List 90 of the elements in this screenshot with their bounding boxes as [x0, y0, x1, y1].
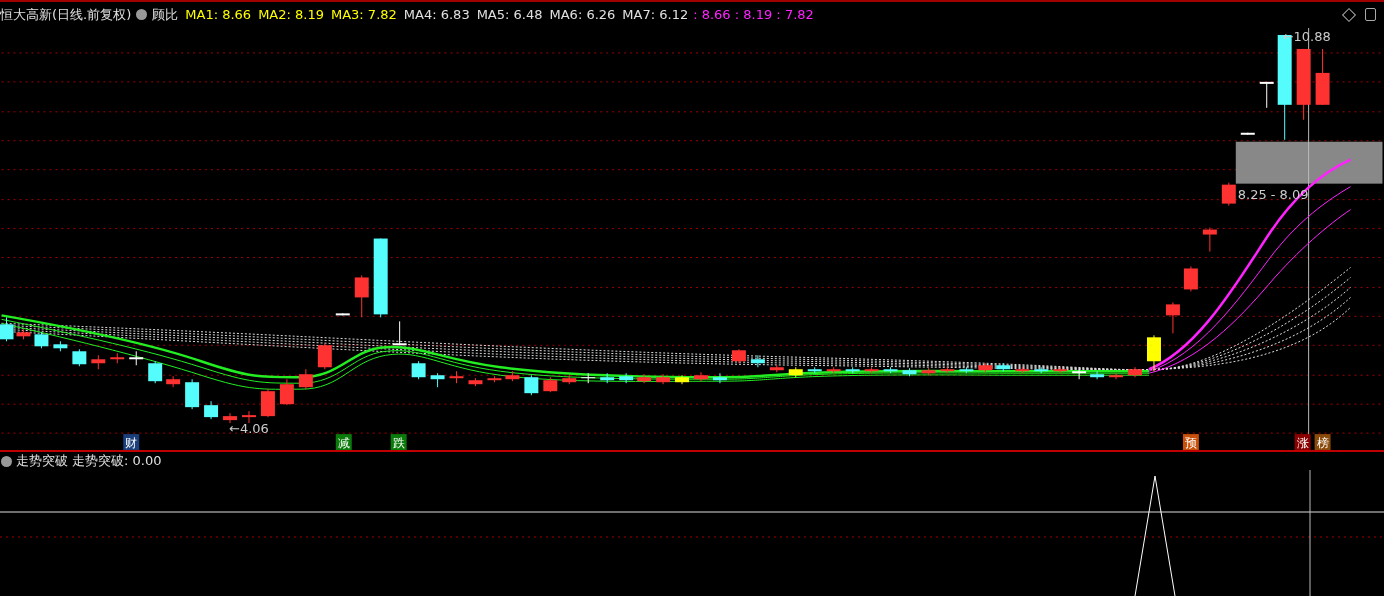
candle — [1202, 227, 1217, 252]
candle — [940, 366, 955, 374]
candle — [524, 374, 539, 396]
candle — [129, 350, 144, 366]
candle — [1128, 366, 1142, 378]
candle — [1259, 81, 1274, 109]
candle — [34, 331, 49, 349]
candle — [921, 367, 936, 376]
ma-value: MA1: 8.66 — [185, 7, 252, 23]
candle — [1034, 366, 1049, 374]
candle — [1109, 372, 1124, 380]
event-tag[interactable]: 涨 — [1294, 434, 1311, 450]
event-tag[interactable]: 预 — [1182, 434, 1199, 450]
candle — [731, 348, 746, 364]
candle — [298, 368, 313, 390]
event-tag[interactable]: 财 — [123, 434, 140, 450]
candle — [902, 367, 917, 377]
ma-value: MA4: 6.83 — [403, 7, 470, 23]
candle — [694, 371, 708, 382]
ma-value: MA7: 6.12 — [622, 7, 689, 23]
candle — [505, 370, 520, 382]
candle — [826, 366, 841, 374]
ma-value: MA5: 6.48 — [476, 7, 543, 23]
candle — [1221, 182, 1236, 207]
candle — [656, 373, 671, 385]
candle — [279, 378, 294, 406]
candle — [392, 320, 407, 346]
event-tag[interactable]: 减 — [335, 434, 352, 450]
candle — [0, 316, 14, 342]
candle — [1147, 334, 1161, 372]
candle — [1015, 366, 1030, 374]
candle — [1183, 265, 1198, 292]
indicator-name: 顾比 — [152, 5, 179, 24]
candle — [864, 366, 879, 374]
panel-title: 走势突破 — [16, 452, 68, 470]
candle — [1072, 368, 1087, 380]
candle — [978, 362, 993, 373]
event-tag[interactable]: 榜 — [1314, 434, 1331, 450]
candle — [959, 366, 974, 374]
candle — [1240, 132, 1255, 136]
ma-value: MA2: 8.19 — [258, 7, 324, 23]
candle — [883, 366, 898, 374]
candle — [148, 360, 163, 384]
candle — [53, 340, 68, 352]
candle — [1053, 366, 1068, 374]
candle — [1165, 301, 1180, 334]
candle — [449, 370, 464, 384]
candle — [317, 342, 332, 370]
candle — [543, 376, 558, 393]
candle — [788, 366, 803, 378]
chart-title: 恒大高新(日线.前复权) — [0, 5, 132, 24]
candle — [468, 377, 483, 387]
candle — [91, 354, 106, 370]
candle — [354, 274, 369, 318]
candle — [675, 374, 689, 385]
candle — [110, 352, 125, 364]
candle — [72, 348, 87, 367]
candle — [581, 372, 596, 384]
candle — [204, 400, 219, 420]
candle — [166, 375, 181, 388]
candle — [619, 372, 634, 384]
candle — [411, 360, 426, 380]
candle — [562, 374, 577, 385]
candle — [600, 372, 615, 384]
ma-value: MA6: 6.26 — [549, 7, 616, 23]
window-icon[interactable] — [1365, 8, 1376, 22]
candle — [845, 366, 860, 374]
candle — [712, 372, 727, 384]
candle — [1315, 48, 1330, 106]
candle — [430, 372, 445, 388]
candle — [807, 366, 822, 374]
candle — [996, 362, 1011, 372]
candle — [260, 388, 275, 418]
candle — [487, 375, 502, 383]
dropdown-icon[interactable] — [136, 9, 148, 21]
candle — [242, 410, 256, 424]
dropdown-icon[interactable] — [1, 455, 12, 467]
candle — [223, 412, 237, 424]
indicator-reading: 走势突破: 0.00 — [72, 452, 162, 470]
candle — [185, 378, 200, 410]
low-price-label: ←4.06 — [229, 421, 269, 437]
ma-value: MA3: 7.82 — [330, 7, 397, 23]
candle — [769, 364, 784, 373]
candle — [1090, 370, 1105, 380]
ma-ratio: : 8.66 : 8.19 : 7.82 — [693, 7, 814, 23]
event-tag[interactable]: 跌 — [390, 434, 407, 450]
candle — [16, 328, 31, 340]
candle — [637, 373, 652, 384]
candle — [750, 354, 765, 368]
candle — [335, 312, 350, 316]
